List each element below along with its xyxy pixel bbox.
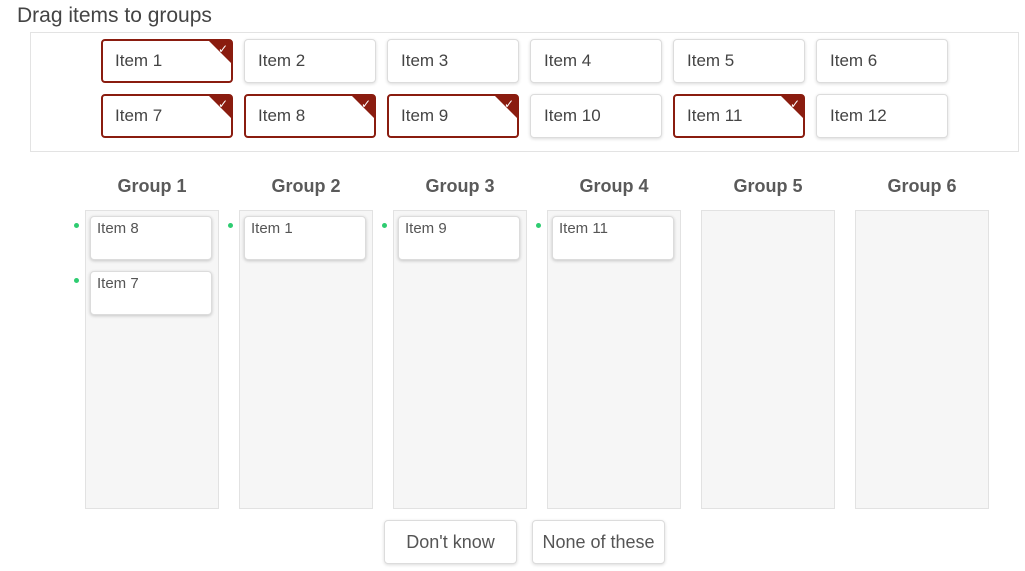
group-title: Group 6	[887, 176, 957, 196]
draggable-item[interactable]: Item 11 ✓	[673, 94, 805, 138]
draggable-item[interactable]: Item 1 ✓	[101, 39, 233, 83]
item-label: Item 12	[830, 106, 887, 125]
status-dot	[74, 278, 79, 283]
group-drop-zone[interactable]	[701, 210, 835, 509]
draggable-item[interactable]: Item 5✓	[673, 39, 805, 83]
placed-item[interactable]: Item 1	[244, 216, 366, 260]
group-title: Group 3	[425, 176, 495, 196]
status-dot	[536, 223, 541, 228]
item-label: Item 8	[258, 106, 306, 125]
status-dot	[228, 223, 233, 228]
draggable-item[interactable]: Item 10✓	[530, 94, 662, 138]
item-label: Item 7	[115, 106, 163, 125]
draggable-item[interactable]: Item 8 ✓	[244, 94, 376, 138]
item-label: Item 3	[401, 51, 449, 70]
draggable-item[interactable]: Item 7 ✓	[101, 94, 233, 138]
check-icon: ✓	[217, 42, 228, 56]
item-label: Item 2	[258, 51, 306, 70]
placed-item[interactable]: Item 9	[398, 216, 520, 260]
group-title: Group 5	[733, 176, 803, 196]
check-icon: ✓	[217, 97, 228, 111]
dont-know-button[interactable]: Don't know	[384, 520, 517, 564]
group-drop-zone[interactable]	[855, 210, 989, 509]
placed-item[interactable]: Item 8	[90, 216, 212, 260]
page-title: Drag items to groups	[17, 4, 212, 27]
draggable-item[interactable]: Item 6✓	[816, 39, 948, 83]
item-label: Item 11	[687, 106, 743, 125]
item-label: Item 1	[115, 51, 163, 70]
draggable-item[interactable]: Item 4✓	[530, 39, 662, 83]
status-dot	[74, 223, 79, 228]
check-icon: ✓	[789, 97, 800, 111]
group-title: Group 1	[117, 176, 187, 196]
check-icon: ✓	[360, 97, 371, 111]
item-label: Item 10	[544, 106, 601, 125]
item-label: Item 4	[544, 51, 592, 70]
draggable-item[interactable]: Item 12✓	[816, 94, 948, 138]
draggable-item[interactable]: Item 3✓	[387, 39, 519, 83]
draggable-item[interactable]: Item 2✓	[244, 39, 376, 83]
none-of-these-button[interactable]: None of these	[532, 520, 665, 564]
placed-item[interactable]: Item 11	[552, 216, 674, 260]
draggable-item[interactable]: Item 9 ✓	[387, 94, 519, 138]
status-dot	[382, 223, 387, 228]
check-icon: ✓	[503, 97, 514, 111]
item-label: Item 9	[401, 106, 449, 125]
item-label: Item 6	[830, 51, 878, 70]
group-title: Group 2	[271, 176, 341, 196]
item-label: Item 5	[687, 51, 735, 70]
placed-item[interactable]: Item 7	[90, 271, 212, 315]
group-title: Group 4	[579, 176, 649, 196]
